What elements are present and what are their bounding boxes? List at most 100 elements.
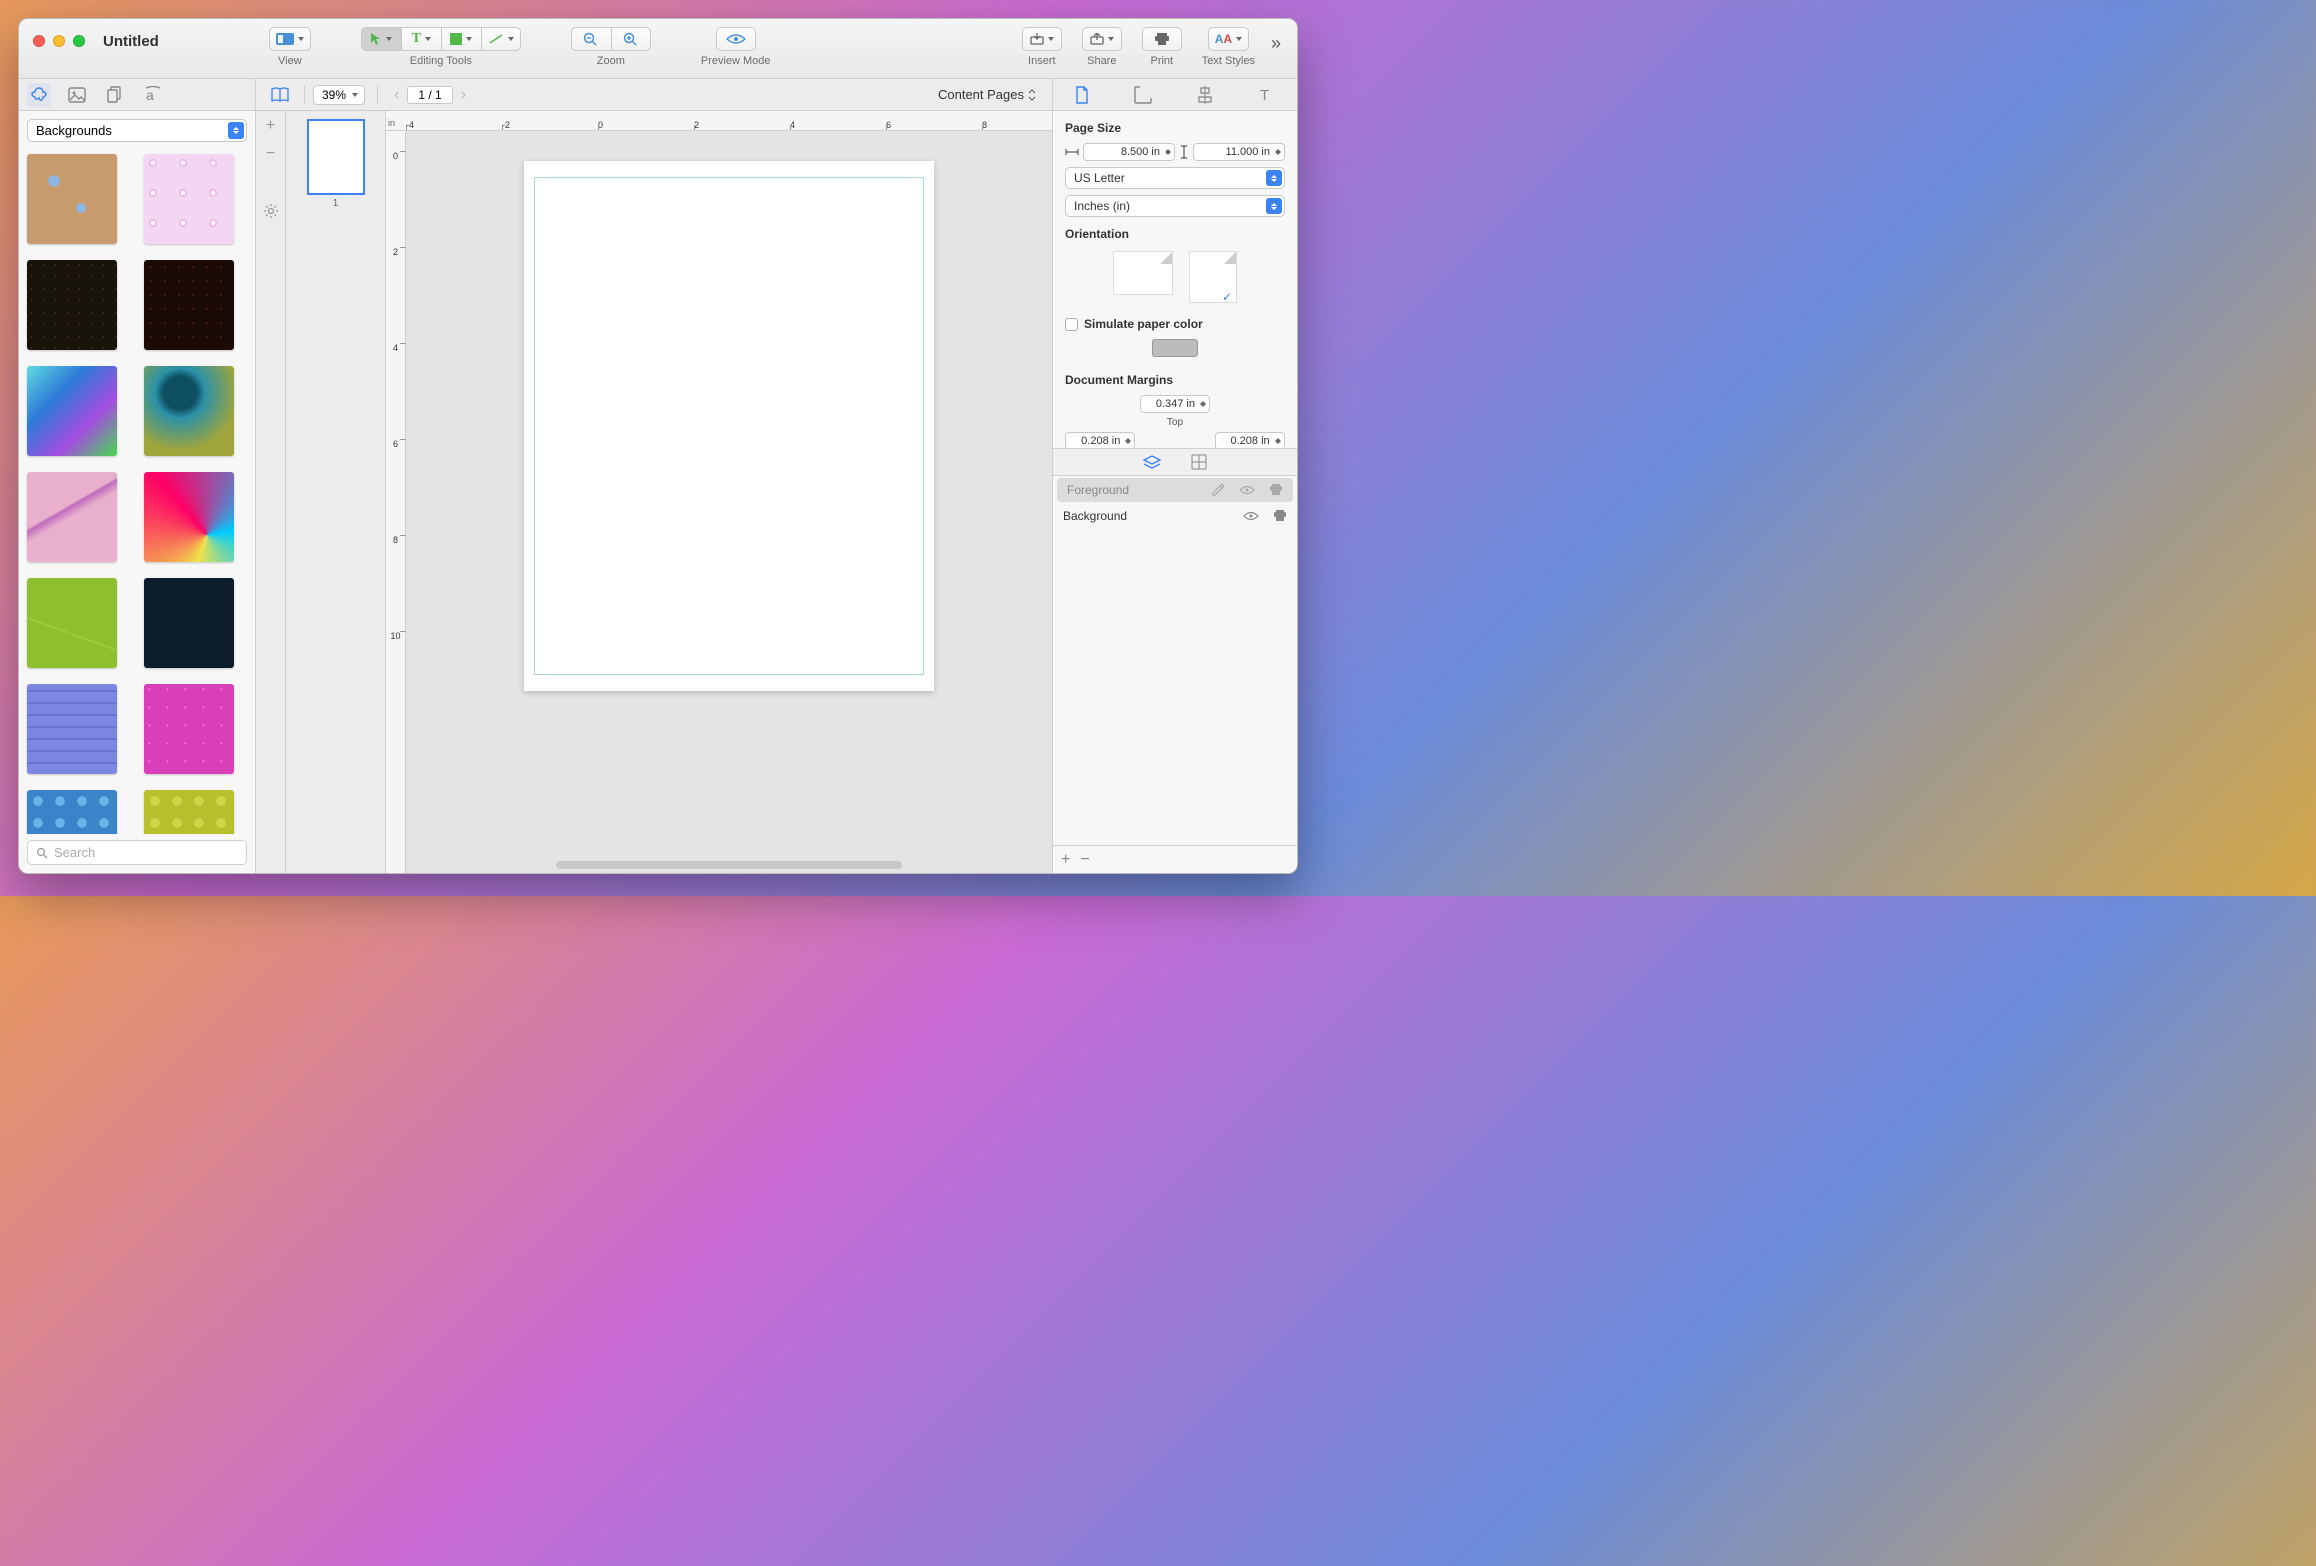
layer-row-foreground[interactable]: Foreground [1057, 478, 1293, 502]
align-inspector-tab[interactable] [1196, 86, 1214, 104]
zoom-window-button[interactable] [73, 35, 85, 47]
minimize-window-button[interactable] [53, 35, 65, 47]
svg-text:a: a [146, 87, 154, 103]
remove-page-button[interactable]: − [266, 145, 275, 163]
ruler-inspector-tab[interactable] [1134, 86, 1152, 104]
print-layer-icon[interactable] [1273, 510, 1287, 522]
page-width-input[interactable]: 8.500 in [1083, 143, 1175, 161]
background-thumbnail[interactable] [144, 578, 234, 668]
page-settings-button[interactable] [263, 203, 279, 219]
secondary-toolbar: a 39% ‹ 1 / 1 › Content Pages T [19, 79, 1297, 111]
visibility-icon[interactable] [1239, 485, 1255, 495]
insert-group: Insert [1022, 27, 1062, 67]
background-thumbnail[interactable] [27, 260, 117, 350]
edit-layer-icon[interactable] [1211, 483, 1225, 497]
background-thumbnail[interactable] [27, 154, 117, 244]
text-styles-group: AA Text Styles [1202, 27, 1255, 67]
width-icon [1065, 147, 1079, 157]
line-tool-button[interactable] [481, 27, 521, 51]
view-button[interactable] [269, 27, 311, 51]
content-pages-select[interactable]: Content Pages [938, 87, 1036, 102]
insert-button[interactable] [1022, 27, 1062, 51]
units-select[interactable]: Inches (in) [1065, 195, 1285, 217]
paper-color-well[interactable] [1152, 339, 1198, 357]
select-tool-button[interactable] [361, 27, 401, 51]
shapes-library-tab[interactable] [27, 83, 51, 107]
dropdown-arrows-icon [1266, 170, 1282, 186]
checkbox-icon [1065, 318, 1078, 331]
margin-right-input[interactable]: 0.208 in [1215, 432, 1285, 448]
print-layer-icon[interactable] [1269, 484, 1283, 496]
stepper-icon [1163, 145, 1173, 159]
orientation-landscape-button[interactable] [1113, 251, 1173, 295]
horizontal-scrollbar[interactable] [556, 861, 902, 869]
document-inspector-tab[interactable] [1075, 86, 1089, 104]
document-page[interactable] [524, 161, 934, 691]
page-navigation: ‹ 1 / 1 › [390, 86, 470, 104]
titlebar: Untitled View T [19, 19, 1297, 79]
book-view-icon[interactable] [264, 87, 296, 103]
background-thumbnail[interactable] [27, 366, 117, 456]
zoom-level-select[interactable]: 39% [313, 85, 365, 105]
library-search-input[interactable]: Search [27, 840, 247, 865]
remove-layer-button[interactable]: − [1080, 851, 1089, 869]
pages-library-tab[interactable] [103, 83, 127, 107]
preview-mode-button[interactable] [716, 27, 756, 51]
visibility-icon[interactable] [1243, 511, 1259, 521]
background-thumbnail[interactable] [144, 154, 234, 244]
background-thumbnail[interactable] [144, 472, 234, 562]
height-icon [1179, 145, 1189, 159]
page-thumbnail[interactable] [307, 119, 365, 195]
shape-tool-button[interactable] [441, 27, 481, 51]
main-area: Backgrounds Search + − 1 in [19, 111, 1297, 873]
print-button[interactable] [1142, 27, 1182, 51]
inspector-tabs: T [1052, 79, 1297, 110]
inspector-sidebar: Page Size 8.500 in 11.000 in US Letter I… [1052, 111, 1297, 873]
add-page-button[interactable]: + [266, 117, 275, 135]
background-thumbnail[interactable] [144, 260, 234, 350]
zoom-in-button[interactable] [611, 27, 651, 51]
background-thumbnail[interactable] [144, 790, 234, 834]
next-page-button[interactable]: › [457, 86, 470, 104]
zoom-out-button[interactable] [571, 27, 611, 51]
orientation-heading: Orientation [1065, 227, 1285, 241]
toolbar-overflow-button[interactable]: » [1265, 33, 1287, 54]
text-tool-button[interactable]: T [401, 27, 441, 51]
text-styles-button[interactable]: AA [1208, 27, 1249, 51]
layers-tab[interactable] [1143, 455, 1161, 469]
background-thumbnail[interactable] [27, 578, 117, 668]
close-window-button[interactable] [33, 35, 45, 47]
simulate-paper-checkbox[interactable]: Simulate paper color [1065, 317, 1285, 331]
search-icon [36, 847, 48, 859]
add-layer-button[interactable]: + [1061, 851, 1070, 869]
chevron-down-icon [1048, 37, 1054, 41]
fonts-library-tab[interactable]: a [141, 83, 165, 107]
grid-tab[interactable] [1191, 454, 1207, 470]
margin-left-input[interactable]: 0.208 in [1065, 432, 1135, 448]
stepper-icon [1273, 145, 1283, 159]
background-thumbnail[interactable] [144, 366, 234, 456]
horizontal-ruler[interactable]: in -4-2024681012 [386, 111, 1052, 131]
margin-guide [534, 177, 924, 675]
share-button[interactable] [1082, 27, 1122, 51]
layer-row-background[interactable]: Background [1053, 504, 1297, 528]
vertical-ruler[interactable]: 0246810 [386, 131, 406, 873]
page-controls-column: + − [256, 111, 286, 873]
page-indicator[interactable]: 1 / 1 [407, 86, 452, 104]
background-thumbnail[interactable] [27, 684, 117, 774]
background-thumbnail[interactable] [27, 790, 117, 834]
page-preset-select[interactable]: US Letter [1065, 167, 1285, 189]
background-thumbnail[interactable] [27, 472, 117, 562]
document-title: Untitled [103, 33, 159, 50]
library-category-select[interactable]: Backgrounds [27, 119, 247, 142]
canvas[interactable] [406, 131, 1052, 873]
page-thumbnails-column: 1 [286, 111, 386, 873]
chevron-down-icon [466, 37, 472, 41]
background-thumbnail[interactable] [144, 684, 234, 774]
photos-library-tab[interactable] [65, 83, 89, 107]
prev-page-button[interactable]: ‹ [390, 86, 403, 104]
orientation-portrait-button[interactable] [1189, 251, 1237, 303]
text-inspector-tab[interactable]: T [1259, 87, 1275, 103]
margin-top-input[interactable]: 0.347 in [1140, 395, 1210, 413]
page-height-input[interactable]: 11.000 in [1193, 143, 1285, 161]
